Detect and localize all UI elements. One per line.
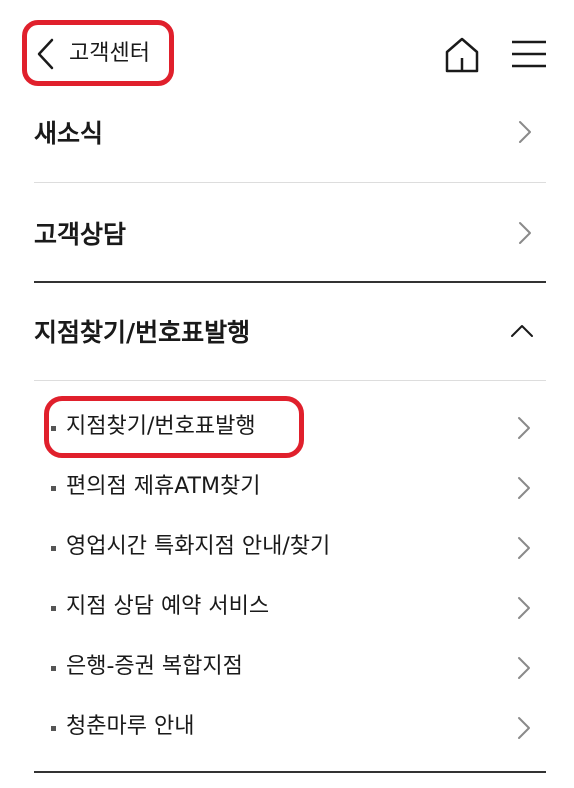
bullet	[51, 606, 56, 611]
chevron-right-icon	[519, 222, 531, 244]
chevron-right-icon	[518, 477, 530, 499]
section-news[interactable]: 새소식	[34, 100, 546, 182]
section-title: 지점찾기/번호표발행	[34, 318, 251, 347]
chevron-right-icon	[518, 717, 530, 739]
sub-item-youth-maru[interactable]: 청춘마루 안내	[34, 699, 546, 757]
chevron-right-icon	[518, 417, 530, 439]
home-icon[interactable]	[444, 36, 480, 74]
section-customer-consult[interactable]: 고객상담	[34, 183, 546, 281]
header: 고객센터	[0, 0, 574, 100]
chevron-right-icon	[518, 657, 530, 679]
sub-item-consult-reservation[interactable]: 지점 상담 예약 서비스	[34, 579, 546, 637]
sub-item-label: 은행-증권 복합지점	[66, 654, 243, 679]
section-title: 고객상담	[34, 220, 127, 249]
sub-item-label: 청춘마루 안내	[66, 714, 195, 739]
section-branch-finder[interactable]: 지점찾기/번호표발행	[34, 283, 546, 379]
bullet	[51, 726, 56, 731]
sub-item-label: 영업시간 특화지점 안내/찾기	[66, 534, 331, 559]
section-title: 새소식	[34, 119, 104, 148]
sub-item-convenience-atm[interactable]: 편의점 제휴ATM찾기	[34, 459, 546, 517]
back-button[interactable]: 고객센터	[22, 20, 174, 86]
hamburger-menu-icon[interactable]	[510, 38, 548, 70]
bullet	[51, 666, 56, 671]
chevron-right-icon	[518, 597, 530, 619]
bullet	[51, 486, 56, 491]
bullet	[51, 546, 56, 551]
chevron-left-icon	[37, 38, 54, 70]
sub-item-label: 편의점 제휴ATM찾기	[66, 474, 261, 499]
sub-item-label: 지점 상담 예약 서비스	[66, 594, 270, 619]
sub-item-bank-securities[interactable]: 은행-증권 복합지점	[34, 639, 546, 697]
chevron-up-icon	[511, 325, 533, 337]
divider	[34, 771, 546, 773]
divider	[34, 380, 546, 381]
page-title: 고객센터	[69, 41, 150, 66]
sub-item-special-hours[interactable]: 영업시간 특화지점 안내/찾기	[34, 519, 546, 577]
chevron-right-icon	[519, 121, 531, 143]
chevron-right-icon	[518, 537, 530, 559]
highlight-annotation	[44, 396, 304, 458]
